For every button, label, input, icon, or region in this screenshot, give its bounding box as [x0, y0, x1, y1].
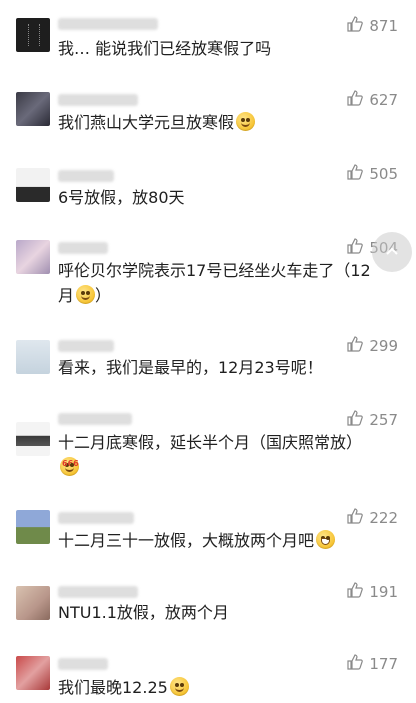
like-count: 191 — [369, 583, 398, 601]
avatar[interactable] — [16, 422, 50, 456]
comment-text: 十二月三十一放假，大概放两个月吧 — [58, 528, 400, 553]
thumbs-up-icon — [347, 164, 364, 184]
username-blurred[interactable] — [58, 170, 114, 182]
username-blurred[interactable] — [58, 340, 114, 352]
like-count: 222 — [369, 509, 398, 527]
like-count: 257 — [369, 411, 398, 429]
username-blurred[interactable] — [58, 413, 132, 425]
grin-emoji-icon — [316, 530, 336, 549]
comment-text: 看来，我们是最早的，12月23号呢！ — [58, 358, 323, 377]
like-count: 627 — [369, 91, 398, 109]
thumbs-up-icon — [347, 336, 364, 356]
666-emoji-icon: 666 — [60, 457, 79, 476]
avatar[interactable] — [16, 510, 50, 544]
thumbs-up-icon — [347, 90, 364, 110]
username-blurred[interactable] — [58, 94, 138, 106]
avatar[interactable] — [16, 586, 50, 620]
thumbs-up-icon — [347, 508, 364, 528]
username-blurred[interactable] — [58, 586, 138, 598]
username-blurred[interactable] — [58, 18, 158, 30]
thumbs-up-icon — [347, 410, 364, 430]
like-count: 299 — [369, 337, 398, 355]
wink-emoji-icon — [169, 677, 189, 696]
comment-text: NTU1.1放假，放两个月 — [58, 603, 229, 622]
username-blurred[interactable] — [58, 658, 108, 670]
avatar[interactable] — [16, 656, 50, 690]
wink-emoji-icon — [76, 285, 96, 304]
scroll-to-top-button[interactable] — [372, 232, 412, 272]
like-button[interactable]: 871 — [347, 16, 398, 36]
like-button[interactable]: 505 — [347, 164, 398, 184]
avatar[interactable] — [16, 340, 50, 374]
avatar[interactable] — [16, 92, 50, 126]
avatar[interactable] — [16, 18, 50, 52]
like-count: 871 — [369, 17, 398, 35]
like-button[interactable]: 627 — [347, 90, 398, 110]
comment-text: 我们燕山大学元旦放寒假 — [58, 110, 400, 135]
like-button[interactable]: 177 — [347, 654, 398, 674]
comment-text: 我… 能说我们已经放寒假了吗 — [58, 39, 272, 58]
like-count: 177 — [369, 655, 398, 673]
avatar[interactable] — [16, 240, 50, 274]
avatar[interactable] — [16, 168, 50, 202]
comment-text: 我们最晚12.25 — [58, 675, 400, 700]
like-button[interactable]: 191 — [347, 582, 398, 602]
like-count: 505 — [369, 165, 398, 183]
like-button[interactable]: 299 — [347, 336, 398, 356]
like-button[interactable]: 257 — [347, 410, 398, 430]
thumbs-up-icon — [347, 654, 364, 674]
chevron-up-icon — [386, 247, 398, 255]
like-button[interactable]: 222 — [347, 508, 398, 528]
username-blurred[interactable] — [58, 242, 108, 254]
thumbs-up-icon — [347, 16, 364, 36]
thumbs-up-icon — [347, 238, 364, 258]
username-blurred[interactable] — [58, 512, 134, 524]
smile-emoji-icon — [236, 112, 256, 131]
comment-text: 十二月底寒假，延长半个月（国庆照常放） 666 — [58, 430, 400, 480]
comment-text: 6号放假，放80天 — [58, 188, 185, 207]
thumbs-up-icon — [347, 582, 364, 602]
comment-text: 呼伦贝尔学院表示17号已经坐火车走了（12 月） — [58, 261, 371, 305]
